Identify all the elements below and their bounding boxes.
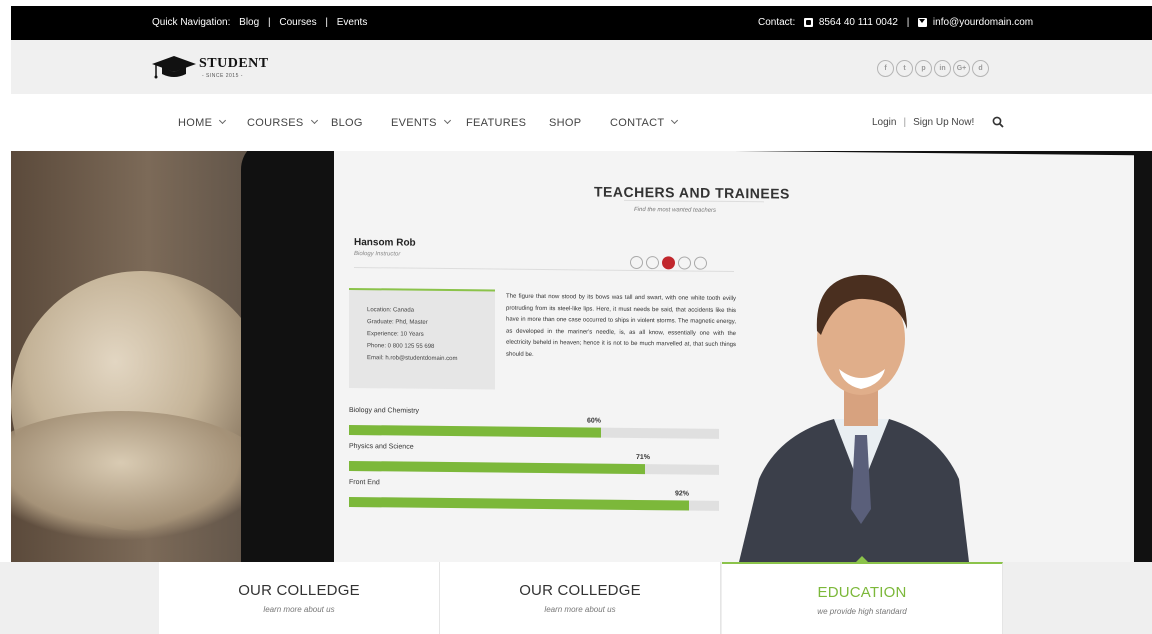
topbar-link-courses[interactable]: Courses: [279, 17, 316, 28]
feature-tab-active[interactable]: EDUCATION we provide high standard: [722, 556, 1003, 634]
teacher-social-icons: [630, 255, 710, 275]
logo-tagline: - SINCE 2015 -: [202, 73, 243, 79]
nav-item-shop[interactable]: SHOP: [549, 117, 581, 129]
teacher-bio: The figure that now stood by its bows wa…: [506, 293, 736, 358]
nav-item-label: EVENTS: [391, 117, 437, 129]
nav-item-label: BLOG: [331, 117, 363, 129]
skill-track: [349, 496, 719, 511]
separator: |: [906, 17, 910, 28]
logo-name: STUDENT: [199, 56, 269, 71]
chevron-down-icon: [310, 116, 318, 125]
login-link[interactable]: Login: [872, 117, 896, 128]
skill-bar: Front End 92%: [349, 478, 719, 511]
skill-label: Physics and Science: [349, 442, 414, 451]
graduation-cap-icon: [152, 56, 196, 79]
skill-fill: [349, 460, 645, 475]
nav-item-blog[interactable]: BLOG: [331, 117, 363, 129]
teacher-photo: [739, 274, 969, 562]
skill-fill: [349, 496, 690, 511]
skill-percent: 71%: [636, 453, 651, 462]
nav-item-label: HOME: [178, 117, 213, 129]
chevron-down-icon: [443, 116, 451, 125]
nav-item-features[interactable]: FEATURES: [466, 117, 526, 129]
skill-label: Front End: [349, 478, 380, 487]
skill-fill: [349, 424, 601, 438]
facebook-icon[interactable]: f: [877, 60, 894, 77]
divider: [624, 199, 764, 203]
quick-navigation: Quick Navigation: Blog | Courses | Event…: [152, 17, 367, 28]
skill-percent: 92%: [675, 490, 690, 498]
main-navigation: HOME COURSES BLOG EVENTS FEATURES SHOP C…: [0, 94, 1152, 151]
logo-bar: STUDENT - SINCE 2015 - f t p in G+ d: [11, 40, 1152, 94]
feature-tabs: OUR COLLEDGE learn more about us OUR COL…: [0, 556, 1152, 634]
hero-banner: TEACHERS AND TRAINEES Find the most want…: [11, 151, 1152, 562]
feature-subtitle: we provide high standard: [817, 607, 907, 616]
teacher-name: Hansom Rob: [354, 237, 416, 249]
nav-item-label: CONTACT: [610, 117, 665, 129]
pinterest-icon[interactable]: p: [915, 60, 932, 77]
skill-percent: 60%: [587, 417, 602, 425]
separator: |: [903, 117, 907, 128]
topbar-link-blog[interactable]: Blog: [239, 17, 259, 28]
feature-tab[interactable]: OUR COLLEDGE learn more about us: [159, 562, 440, 634]
dribbble-icon[interactable]: d: [972, 60, 989, 77]
signup-link[interactable]: Sign Up Now!: [913, 117, 974, 128]
nav-item-contact[interactable]: CONTACT: [610, 116, 679, 129]
teacher-info-box: Location: Canada Graduate: Phd, Master E…: [349, 287, 495, 390]
account-links: Login | Sign Up Now!: [872, 117, 974, 128]
info-email: Email: h.rob@studentdomain.com: [367, 355, 458, 363]
search-icon[interactable]: [992, 116, 1004, 128]
contact-label: Contact:: [758, 17, 796, 28]
skill-bar: Physics and Science 71%: [349, 443, 719, 475]
chevron-down-icon: [671, 116, 679, 125]
mail-icon: [918, 18, 928, 27]
feature-tab[interactable]: OUR COLLEDGE learn more about us: [440, 562, 721, 634]
nav-item-label: COURSES: [247, 117, 304, 129]
pinterest-icon: [662, 256, 675, 270]
facebook-icon: [630, 255, 643, 270]
screen-subtitle: Find the most wanted teachers: [634, 206, 717, 214]
contact-email[interactable]: info@yourdomain.com: [933, 17, 1033, 28]
nav-item-label: SHOP: [549, 117, 582, 129]
skill-track: [349, 424, 719, 439]
skill-track: [349, 460, 719, 475]
active-indicator: [855, 556, 869, 563]
linkedin-icon[interactable]: in: [934, 60, 951, 77]
top-bar: Quick Navigation: Blog | Courses | Event…: [11, 6, 1152, 40]
nav-item-events[interactable]: EVENTS: [391, 116, 451, 129]
feature-title: OUR COLLEDGE: [519, 582, 641, 599]
feature-subtitle: learn more about us: [544, 605, 616, 614]
skill-label: Biology and Chemistry: [349, 406, 420, 415]
google-plus-icon: [678, 256, 691, 270]
teacher-role: Biology Instructor: [354, 251, 401, 258]
contact-phone[interactable]: 8564 40 111 0042: [819, 17, 898, 28]
phone-icon: [804, 18, 814, 27]
feature-title: EDUCATION: [817, 584, 907, 601]
social-links: f t p in G+ d: [877, 57, 991, 77]
nav-item-label: FEATURES: [466, 117, 527, 129]
feature-subtitle: learn more about us: [263, 605, 335, 614]
chevron-down-icon: [219, 116, 227, 125]
site-logo[interactable]: STUDENT - SINCE 2015 -: [152, 54, 268, 82]
separator: |: [267, 17, 271, 28]
nav-item-courses[interactable]: COURSES: [247, 116, 318, 129]
google-plus-icon[interactable]: G+: [953, 60, 970, 77]
topbar-link-events[interactable]: Events: [337, 17, 368, 28]
feature-title: OUR COLLEDGE: [238, 582, 360, 599]
skill-bar: Biology and Chemistry 60%: [349, 407, 719, 439]
twitter-icon: [646, 256, 659, 270]
contact-info: Contact: 8564 40 111 0042 | info@yourdom…: [758, 17, 1033, 28]
linkedin-icon: [694, 256, 707, 270]
twitter-icon[interactable]: t: [896, 60, 913, 77]
separator: |: [325, 17, 328, 28]
nav-item-home[interactable]: HOME: [178, 116, 227, 129]
tablet-screen: TEACHERS AND TRAINEES Find the most want…: [334, 151, 1134, 562]
quick-navigation-label: Quick Navigation:: [152, 17, 231, 28]
